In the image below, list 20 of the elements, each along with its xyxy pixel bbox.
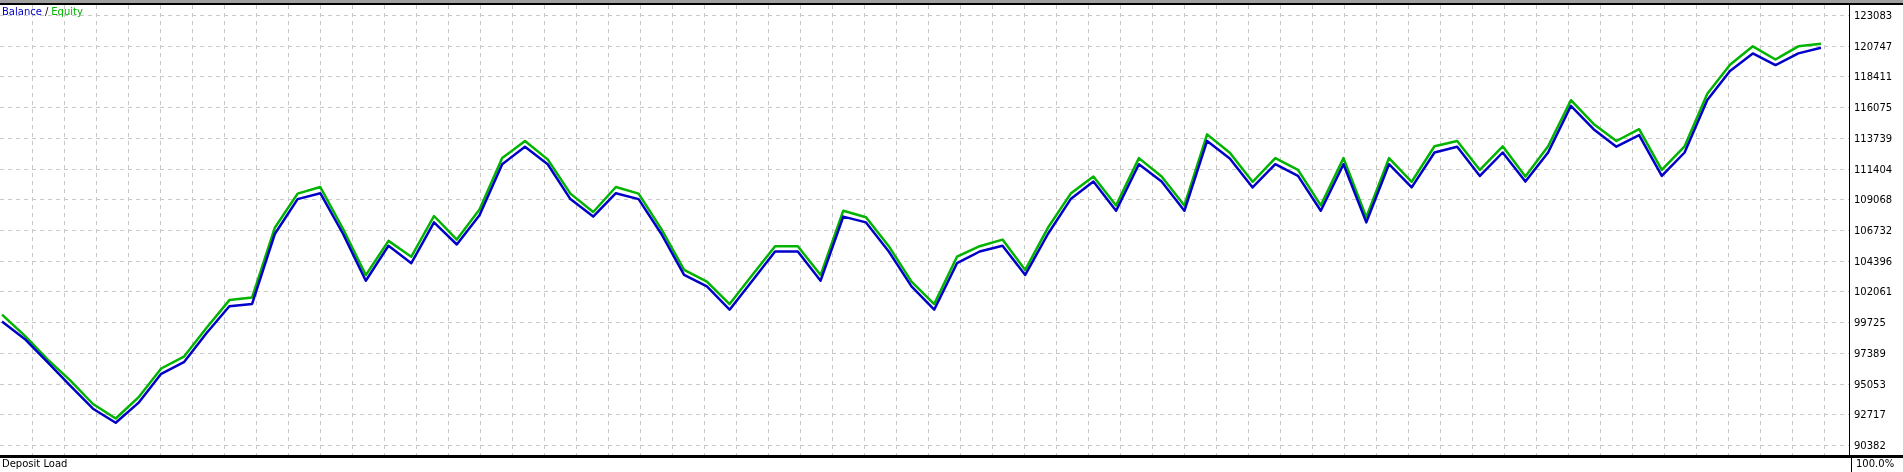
axis-tick-label: 116075 <box>1854 101 1893 113</box>
axis-tick-label: 106732 <box>1854 224 1893 236</box>
balance-legend-label: Balance <box>2 6 42 17</box>
axis-tick-label: 111404 <box>1854 163 1893 175</box>
equity-legend-label: Equity <box>51 6 83 17</box>
axis-tick-label: 102061 <box>1854 285 1893 297</box>
axis-tick-label: 90382 <box>1854 439 1886 451</box>
axis-tick-label: 99725 <box>1854 316 1886 328</box>
axis-tick-label: 104396 <box>1854 255 1893 267</box>
legend-separator: / <box>44 6 49 17</box>
axis-tick-label: 100.0% <box>1856 458 1895 469</box>
axis-tick-label: 95053 <box>1854 378 1886 390</box>
axis-tick-label: 97389 <box>1854 347 1886 359</box>
axis-tick-label: 118411 <box>1854 70 1893 82</box>
axis-tick-label: 92717 <box>1854 408 1886 420</box>
axis-tick-label: 109068 <box>1854 193 1893 205</box>
axis-tick-label: 113739 <box>1854 132 1893 144</box>
axis-tick-label: 120747 <box>1854 40 1893 52</box>
panel-title: Deposit Load <box>2 458 68 469</box>
axis-tick-label: 123083 <box>1854 9 1893 21</box>
